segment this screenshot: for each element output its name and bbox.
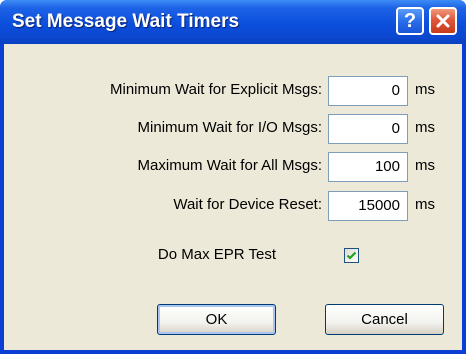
io-wait-label: Minimum Wait for I/O Msgs: bbox=[137, 119, 322, 136]
max-wait-unit: ms bbox=[415, 157, 435, 174]
io-wait-input[interactable]: 0 bbox=[328, 114, 408, 144]
dialog-window: Set Message Wait Timers ? Minimum Wait f… bbox=[0, 0, 466, 354]
device-reset-label: Wait for Device Reset: bbox=[173, 196, 322, 213]
max-wait-label: Maximum Wait for All Msgs: bbox=[137, 157, 322, 174]
max-wait-input[interactable]: 100 bbox=[328, 152, 408, 182]
max-epr-test-checkbox[interactable] bbox=[344, 248, 359, 263]
cancel-button[interactable]: Cancel bbox=[325, 304, 444, 335]
dialog-title: Set Message Wait Timers bbox=[12, 11, 240, 32]
help-icon: ? bbox=[403, 9, 417, 32]
device-reset-input[interactable]: 15000 bbox=[328, 191, 408, 221]
dialog-body: Minimum Wait for Explicit Msgs: 0 ms Min… bbox=[4, 44, 462, 350]
title-bar[interactable]: Set Message Wait Timers ? bbox=[0, 0, 466, 44]
explicit-wait-unit: ms bbox=[415, 81, 435, 98]
device-reset-unit: ms bbox=[415, 196, 435, 213]
close-icon bbox=[436, 14, 450, 28]
io-wait-unit: ms bbox=[415, 119, 435, 136]
help-button[interactable]: ? bbox=[396, 7, 424, 35]
checkmark-icon bbox=[346, 251, 357, 260]
explicit-wait-input[interactable]: 0 bbox=[328, 76, 408, 106]
ok-button[interactable]: OK bbox=[157, 304, 276, 335]
close-button[interactable] bbox=[429, 7, 457, 35]
explicit-wait-label: Minimum Wait for Explicit Msgs: bbox=[110, 81, 322, 98]
max-epr-test-label: Do Max EPR Test bbox=[157, 246, 276, 263]
